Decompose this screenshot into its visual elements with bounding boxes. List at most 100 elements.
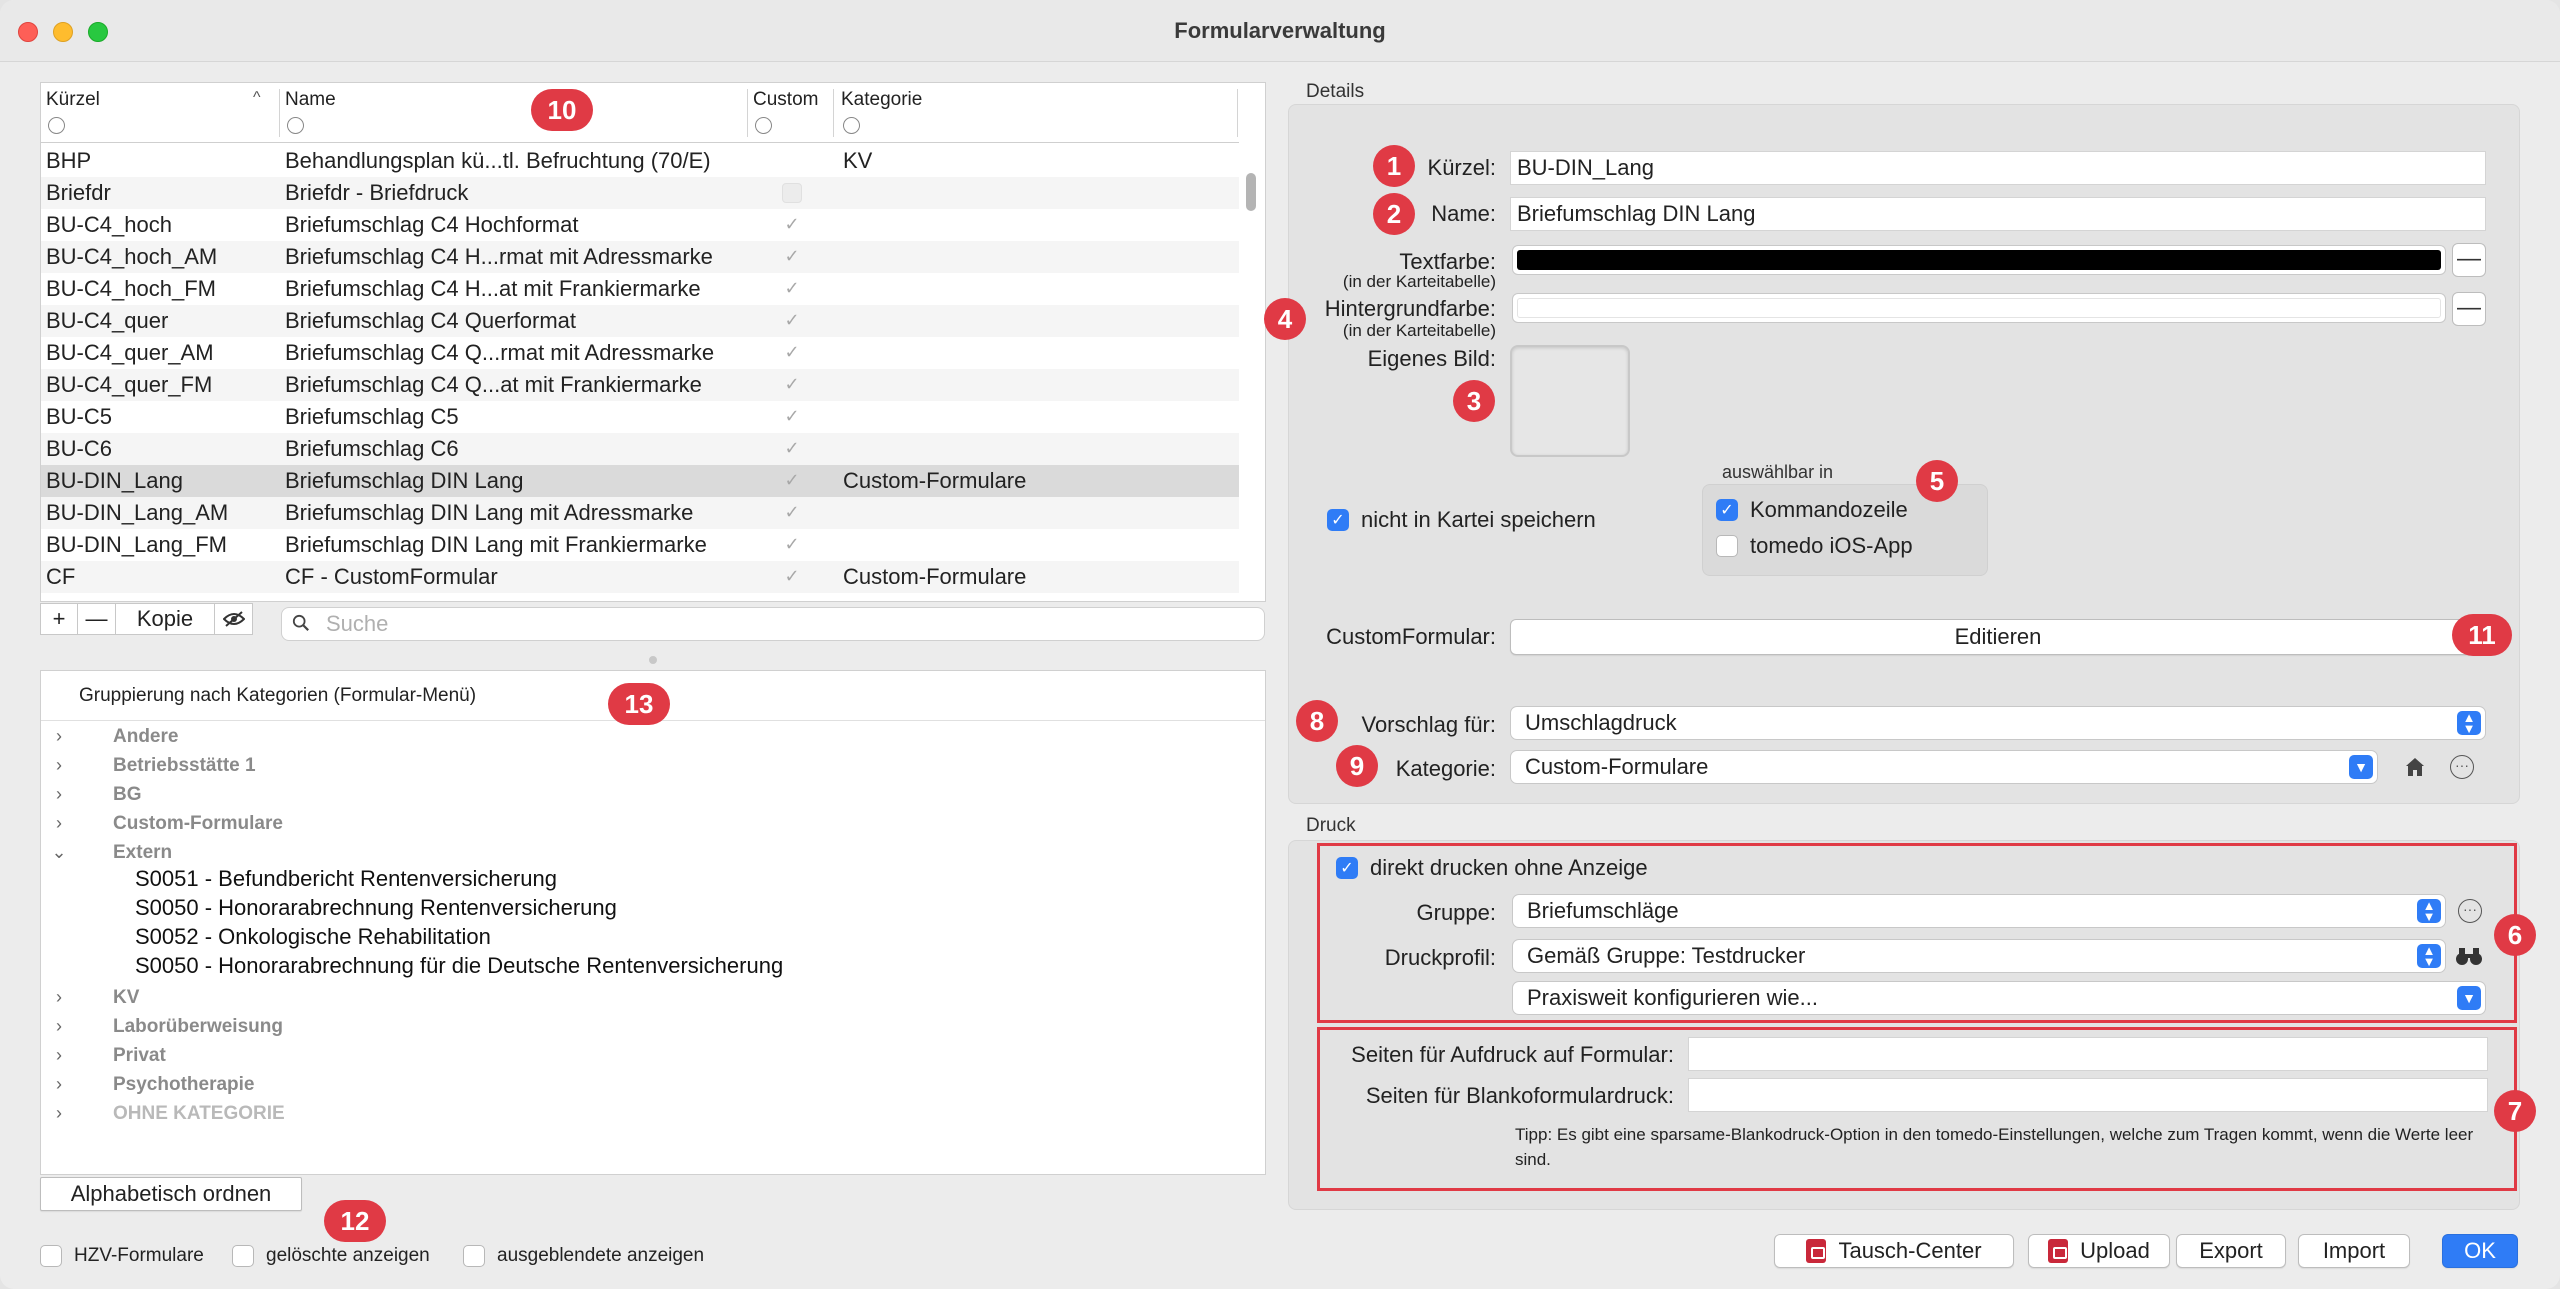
tree-category-label: Custom-Formulare [113, 813, 283, 834]
hintergrundfarbe-clear-button[interactable]: — [2452, 292, 2486, 326]
table-row[interactable]: BU-C5 Briefumschlag C5 ✓ [41, 401, 1239, 433]
table-row[interactable]: BU-DIN_Lang Briefumschlag DIN Lang ✓ Custom… [41, 465, 1239, 497]
show-deleted-checkbox-row[interactable]: gelöschte anzeigen [232, 1244, 430, 1268]
table-row[interactable]: BU-DIN_Lang_FM Briefumschlag DIN Lang mit… [41, 529, 1239, 561]
table-row[interactable]: BU-C4_quer_FM Briefumschlag C4 Q...at mit… [41, 369, 1239, 401]
column-header-name[interactable]: Name [285, 89, 336, 134]
scrollbar-thumb[interactable] [1246, 173, 1256, 211]
show-deleted-checkbox[interactable] [232, 1245, 254, 1267]
nicht-in-kartei-row[interactable]: ✓ nicht in Kartei speichern [1327, 507, 1596, 532]
highlight-box-7 [1317, 1027, 2517, 1191]
more-options-icon[interactable]: ··· [2450, 755, 2474, 779]
cell-name: Briefumschlag C4 Querformat [285, 308, 576, 333]
import-button[interactable]: Import [2298, 1234, 2410, 1268]
filter-radio-kategorie[interactable] [843, 117, 860, 134]
sort-alphabetically-button[interactable]: Alphabetisch ordnen [40, 1177, 302, 1211]
filter-radio-kuerzel[interactable] [48, 117, 65, 134]
search-field[interactable] [281, 607, 1265, 641]
tree-category[interactable]: › KV [41, 984, 1265, 1013]
tree-form-item[interactable]: S0051 - Befundbericht Rentenversicherung [135, 866, 557, 895]
callout-badge-12: 12 [324, 1200, 386, 1242]
tree-form-item[interactable]: S0050 - Honorarabrechnung Rentenversiche… [135, 895, 617, 924]
kategorie-combobox[interactable]: Custom-Formulare ▼ [1510, 750, 2378, 784]
table-row[interactable]: BHP Behandlungsplan kü...tl. Befruchtung … [41, 145, 1239, 177]
table-row[interactable]: BU-C4_hoch Briefumschlag C4 Hochformat ✓ [41, 209, 1239, 241]
upload-button[interactable]: Upload [2028, 1234, 2170, 1268]
table-scrollbar[interactable] [1239, 147, 1263, 597]
tree-category[interactable]: › Laborüberweisung [41, 1013, 1265, 1042]
table-row[interactable]: BU-C6 Briefumschlag C6 ✓ [41, 433, 1239, 465]
custom-image-well[interactable] [1510, 345, 1630, 457]
tree-category[interactable]: › Privat [41, 1042, 1265, 1071]
add-form-button[interactable]: + [40, 603, 78, 635]
tree-category[interactable]: › Andere [41, 723, 1265, 752]
kommandozeile-row[interactable]: ✓ Kommandozeile [1716, 497, 1908, 522]
textfarbe-color-well[interactable] [1512, 245, 2446, 275]
tree-category[interactable]: › Psychotherapie [41, 1071, 1265, 1100]
vorschlag-label: Vorschlag für: [1361, 712, 1496, 737]
table-row[interactable]: CF CF - CustomFormular ✓ Custom-Formulare [41, 561, 1239, 593]
custom-checkbox: ✓ [784, 534, 800, 554]
cell-name: Briefumschlag C6 [285, 436, 459, 461]
ok-button[interactable]: OK [2442, 1234, 2518, 1268]
table-row[interactable]: BU-DIN_Lang_AM Briefumschlag DIN Lang mit… [41, 497, 1239, 529]
chevron-right-icon[interactable]: › [51, 784, 67, 805]
table-row[interactable]: Briefdr Briefdr - Briefdruck [41, 177, 1239, 209]
kommandozeile-checkbox[interactable]: ✓ [1716, 499, 1738, 521]
show-hidden-checkbox[interactable] [463, 1245, 485, 1267]
table-row[interactable]: BU-C4_quer Briefumschlag C4 Querformat ✓ [41, 305, 1239, 337]
details-section-label: Details [1306, 81, 1365, 102]
tree-category[interactable]: › Betriebsstätte 1 [41, 752, 1265, 781]
chevron-right-icon[interactable]: › [51, 726, 67, 747]
tree-form-item[interactable]: S0052 - Onkologische Rehabilitation [135, 924, 491, 953]
hzv-checkbox[interactable] [40, 1245, 62, 1267]
chevron-right-icon[interactable]: › [51, 1103, 67, 1124]
hintergrundfarbe-color-well[interactable] [1512, 293, 2446, 323]
split-view-handle[interactable] [649, 656, 657, 664]
eigenes-bild-label: Eigenes Bild: [1367, 346, 1496, 371]
auswaehlbar-label: auswählbar in [1722, 462, 1834, 482]
chevron-right-icon[interactable]: › [51, 813, 67, 834]
callout-badge-8: 8 [1296, 700, 1338, 742]
name-field[interactable]: Briefumschlag DIN Lang [1510, 197, 2486, 231]
chevron-right-icon[interactable]: › [51, 1045, 67, 1066]
column-header-kuerzel[interactable]: Kürzel [46, 89, 100, 134]
cell-kuerzel: BU-DIN_Lang [46, 468, 183, 493]
editieren-button[interactable]: Editieren [1510, 619, 2486, 655]
cell-kuerzel: BU-C5 [46, 404, 113, 429]
chevron-right-icon[interactable]: › [51, 755, 67, 776]
tree-category[interactable]: › OHNE KATEGORIE [41, 1100, 1265, 1129]
filter-radio-name[interactable] [287, 117, 304, 134]
kuerzel-field[interactable]: BU-DIN_Lang [1510, 151, 2486, 185]
export-button[interactable]: Export [2176, 1234, 2286, 1268]
home-icon[interactable] [2403, 755, 2427, 779]
show-hidden-checkbox-row[interactable]: ausgeblendete anzeigen [463, 1244, 704, 1268]
tree-category[interactable]: ⌄ Extern [41, 839, 1265, 868]
chevron-down-icon[interactable]: ⌄ [51, 842, 67, 863]
tree-category-label: Privat [113, 1045, 166, 1066]
chevron-right-icon[interactable]: › [51, 1074, 67, 1095]
column-header-custom[interactable]: Custom [753, 89, 818, 134]
table-row[interactable]: BU-C4_quer_AM Briefumschlag C4 Q...rmat m… [41, 337, 1239, 369]
search-input[interactable] [326, 611, 1226, 637]
chevron-right-icon[interactable]: › [51, 1016, 67, 1037]
tree-form-item[interactable]: S0050 - Honorarabrechnung für die Deutsc… [135, 953, 783, 982]
nicht-in-kartei-checkbox[interactable]: ✓ [1327, 509, 1349, 531]
copy-form-button[interactable]: Kopie [116, 603, 215, 635]
remove-form-button[interactable]: — [78, 603, 116, 635]
textfarbe-clear-button[interactable]: — [2452, 243, 2486, 277]
tausch-center-button[interactable]: Tausch-Center [1774, 1234, 2014, 1268]
hzv-checkbox-row[interactable]: HZV-Formulare [40, 1244, 204, 1268]
column-header-kategorie[interactable]: Kategorie [841, 89, 922, 134]
table-row[interactable]: BU-C4_hoch_FM Briefumschlag C4 H...at mit… [41, 273, 1239, 305]
filter-radio-custom[interactable] [755, 117, 772, 134]
ios-app-checkbox[interactable] [1716, 535, 1738, 557]
cell-kuerzel: BU-C6 [46, 436, 113, 461]
vorschlag-popup[interactable]: Umschlagdruck ▲ ▼ [1510, 706, 2486, 740]
chevron-right-icon[interactable]: › [51, 987, 67, 1008]
hide-toggle-button[interactable] [215, 603, 253, 635]
tree-category[interactable]: › BG [41, 781, 1265, 810]
table-row[interactable]: BU-C4_hoch_AM Briefumschlag C4 H...rmat m… [41, 241, 1239, 273]
ios-app-row[interactable]: tomedo iOS-App [1716, 533, 1913, 558]
tree-category[interactable]: › Custom-Formulare [41, 810, 1265, 839]
